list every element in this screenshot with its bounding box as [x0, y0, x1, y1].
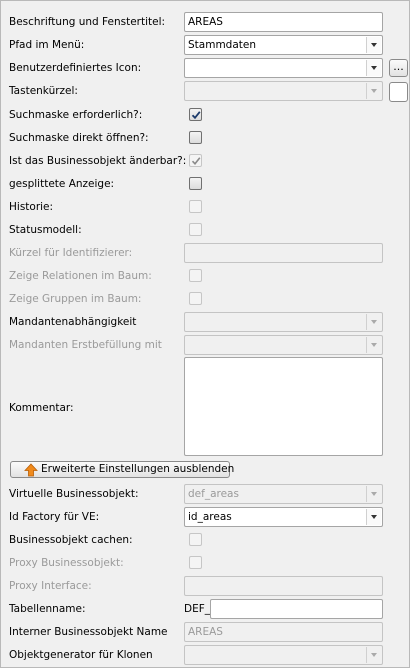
virtual-bo-value: def_areas	[188, 488, 239, 500]
chevron-down-icon[interactable]	[366, 37, 381, 53]
internal-name-input[interactable]: AREAS	[184, 622, 383, 642]
proxy-interface-input[interactable]	[184, 576, 383, 596]
search-required-checkbox[interactable]	[189, 108, 202, 121]
comment-label: Kommentar:	[9, 402, 74, 414]
chevron-down-icon[interactable]	[366, 647, 381, 663]
chevron-down-icon[interactable]	[366, 60, 381, 76]
identifier-shortcut-label: Kürzel für Identifizierer:	[9, 247, 133, 259]
id-factory-value: id_areas	[188, 511, 232, 523]
cache-bo-label: Businessobjekt cachen:	[9, 534, 133, 546]
client-initial-fill-select[interactable]	[184, 335, 383, 355]
history-checkbox[interactable]	[189, 200, 202, 213]
relations-tree-checkbox[interactable]	[189, 269, 202, 282]
shortcut-key-box[interactable]	[389, 82, 408, 102]
search-required-label: Suchmaske erforderlich?:	[9, 109, 143, 121]
menu-path-select[interactable]: Stammdaten	[184, 35, 383, 55]
shortcut-select[interactable]	[184, 81, 383, 101]
editable-checkbox[interactable]	[189, 154, 202, 167]
title-label: Beschriftung und Fenstertitel:	[9, 16, 166, 28]
arrow-up-icon	[24, 463, 38, 477]
menu-path-value: Stammdaten	[188, 39, 257, 51]
title-input[interactable]: AREAS	[184, 12, 383, 32]
relations-tree-label: Zeige Relationen im Baum:	[9, 270, 152, 282]
id-factory-select[interactable]: id_areas	[184, 507, 383, 527]
object-generator-select[interactable]	[184, 645, 383, 665]
business-object-properties-panel: Beschriftung und Fenstertitel: AREAS Pfa…	[0, 0, 410, 668]
proxy-bo-checkbox[interactable]	[189, 556, 202, 569]
proxy-bo-label: Proxy Businessobjekt:	[9, 557, 124, 569]
chevron-down-icon[interactable]	[366, 83, 381, 99]
chevron-down-icon[interactable]	[366, 314, 381, 330]
client-initial-fill-label: Mandanten Erstbefüllung mit	[9, 339, 162, 351]
search-direct-checkbox[interactable]	[189, 131, 202, 144]
virtual-bo-select[interactable]: def_areas	[184, 484, 383, 504]
identifier-shortcut-input[interactable]	[184, 243, 383, 263]
search-direct-label: Suchmaske direkt öffnen?:	[9, 132, 149, 144]
status-model-label: Statusmodell:	[9, 224, 82, 236]
cache-bo-checkbox[interactable]	[189, 533, 202, 546]
shortcut-label: Tastenkürzel:	[9, 85, 78, 97]
toggle-advanced-button[interactable]: Erweiterte Einstellungen ausblenden	[10, 461, 234, 478]
custom-icon-select[interactable]	[184, 58, 383, 78]
groups-tree-checkbox[interactable]	[189, 292, 202, 305]
id-factory-label: Id Factory für VE:	[9, 511, 100, 523]
proxy-interface-label: Proxy Interface:	[9, 580, 92, 592]
chevron-down-icon[interactable]	[366, 337, 381, 353]
virtual-bo-label: Virtuelle Businessobjekt:	[9, 488, 139, 500]
menu-path-label: Pfad im Menü:	[9, 39, 85, 51]
chevron-down-icon[interactable]	[366, 509, 381, 525]
comment-textarea[interactable]	[184, 357, 383, 456]
toggle-advanced-label: Erweiterte Einstellungen ausblenden	[41, 463, 235, 475]
status-model-checkbox[interactable]	[189, 223, 202, 236]
client-dependency-select[interactable]	[184, 312, 383, 332]
split-view-checkbox[interactable]	[189, 177, 202, 190]
client-dependency-label: Mandantenabhängigkeit	[9, 316, 137, 328]
editable-label: Ist das Businessobjekt änderbar?:	[9, 155, 187, 167]
table-name-prefix: DEF_	[184, 603, 211, 615]
browse-icon-button[interactable]: ...	[389, 59, 408, 77]
history-label: Historie:	[9, 201, 54, 213]
custom-icon-label: Benutzerdefiniertes Icon:	[9, 62, 142, 74]
object-generator-label: Objektgenerator für Klonen	[9, 649, 153, 661]
split-view-label: gesplittete Anzeige:	[9, 178, 115, 190]
chevron-down-icon[interactable]	[366, 486, 381, 502]
internal-name-label: Interner Businessobjekt Name	[9, 626, 168, 638]
table-name-input[interactable]	[210, 599, 383, 619]
groups-tree-label: Zeige Gruppen im Baum:	[9, 293, 142, 305]
checkmark-icon	[191, 111, 201, 120]
checkmark-icon	[191, 157, 201, 166]
table-name-label: Tabellenname:	[9, 603, 86, 615]
